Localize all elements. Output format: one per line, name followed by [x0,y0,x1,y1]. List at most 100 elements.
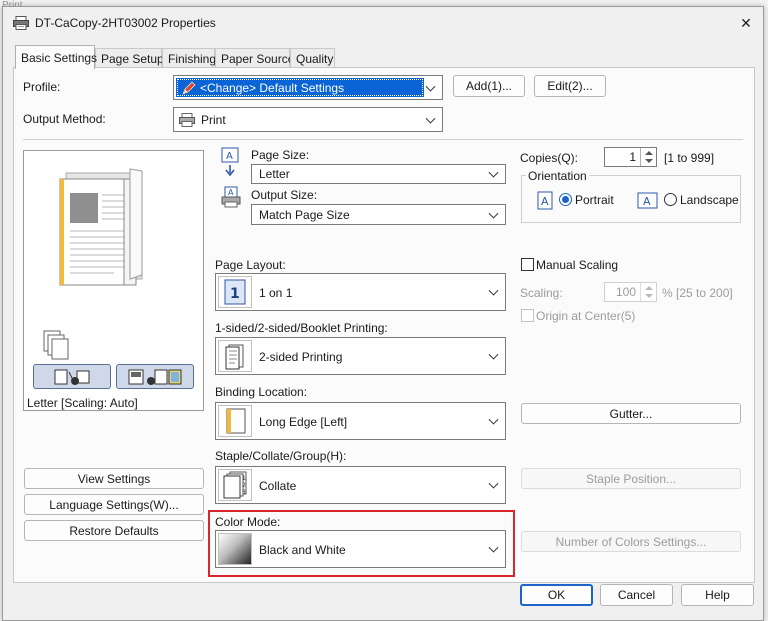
color-settings-icon [128,369,182,385]
chevron-down-icon [425,113,436,124]
tab-basic-settings[interactable]: Basic Settings [15,45,97,69]
copies-range: [1 to 999] [664,151,715,165]
output-size-icon: A [221,186,241,208]
chevron-down-icon [488,208,499,219]
page-layout-value: 1 on 1 [259,286,293,300]
origin-center-label[interactable]: Origin at Center(5) [536,309,635,323]
scaling-label: Scaling: [520,286,563,300]
svg-text:3: 3 [242,489,246,496]
profile-edit-button[interactable]: Edit(2)... [534,75,606,97]
language-settings-button[interactable]: Language Settings(W)... [24,494,204,515]
staple-position-button[interactable]: Staple Position... [521,468,741,489]
color-mode-label: Color Mode: [215,515,281,529]
profile-label: Profile: [23,80,61,94]
chevron-down-icon [488,167,499,178]
portrait-radio[interactable] [559,193,572,206]
arrow-down-icon[interactable] [645,294,653,298]
arrow-up-icon[interactable] [645,286,653,290]
pencil-icon [182,81,196,95]
output-method-label: Output Method: [23,112,106,126]
cancel-button[interactable]: Cancel [600,584,673,606]
output-method-select[interactable]: Print [173,107,443,132]
chevron-down-icon [488,414,499,425]
staple-collate-select[interactable]: 1 2 3 Collate [215,466,506,504]
preview-caption: Letter [Scaling: Auto] [27,396,138,410]
arrow-down-icon[interactable] [645,159,653,163]
staple-collate-label: Staple/Collate/Group(H): [215,449,347,463]
color-mode-value: Black and White [259,543,346,557]
binding-location-label: Binding Location: [215,385,308,399]
manual-scaling-label[interactable]: Manual Scaling [536,258,618,272]
tab-finishing[interactable]: Finishing [162,48,216,68]
output-size-label: Output Size: [251,188,318,202]
output-method-value: Print [201,113,226,127]
copies-spinner[interactable]: 1 [604,147,657,167]
svg-text:A: A [541,195,549,208]
black-white-icon [218,533,252,565]
sided-printing-select[interactable]: 2-sided Printing [215,337,506,375]
tab-quality[interactable]: Quality [290,48,335,68]
manual-scaling-checkbox[interactable] [521,258,534,271]
color-mode-select[interactable]: Black and White [215,530,506,568]
output-size-value: Match Page Size [259,207,350,222]
svg-text:A: A [643,195,651,208]
chevron-down-icon [488,542,499,553]
preview-color-view-button[interactable] [116,364,194,389]
divider [23,139,743,140]
chevron-down-icon [425,81,436,92]
preview-print-view-button[interactable] [33,364,111,389]
origin-center-checkbox[interactable] [521,309,534,322]
title-bar: DT-CaCopy-2HT03002 Properties ✕ [3,7,763,39]
output-size-select[interactable]: Match Page Size [251,204,506,225]
ok-button[interactable]: OK [520,584,593,606]
portrait-icon: A [537,191,555,211]
svg-text:A: A [226,151,233,162]
portrait-label[interactable]: Portrait [575,193,614,207]
profile-value: <Change> Default Settings [200,81,345,95]
chevron-down-icon [488,285,499,296]
svg-text:A: A [228,188,234,197]
sided-printing-value: 2-sided Printing [259,350,343,364]
svg-text:1: 1 [242,475,246,482]
sided-printing-label: 1-sided/2-sided/Booklet Printing: [215,321,388,335]
collate-icon: 1 2 3 [218,469,252,501]
chevron-down-icon [488,349,499,360]
binding-location-select[interactable]: Long Edge [Left] [215,402,506,440]
scaling-spinner[interactable]: 100 [604,282,657,302]
close-button[interactable]: ✕ [733,11,759,35]
copies-label: Copies(Q): [520,151,579,165]
page-layout-icon-text: 1 [230,286,240,302]
page-layout-select[interactable]: 1 1 on 1 [215,273,506,311]
page-size-select[interactable]: Letter [251,164,506,184]
page-size-label: Page Size: [251,148,310,162]
page-layout-icon: 1 [218,276,252,308]
document-check-icon [54,369,90,385]
orientation-label: Orientation [526,169,589,183]
profile-select[interactable]: <Change> Default Settings [173,75,443,100]
landscape-label[interactable]: Landscape [680,193,739,207]
svg-text:2: 2 [242,482,246,489]
two-sided-icon [218,340,252,372]
window-title: DT-CaCopy-2HT03002 Properties [35,16,216,30]
landscape-radio[interactable] [664,193,677,206]
gutter-button[interactable]: Gutter... [521,403,741,424]
print-icon [179,113,195,127]
tab-page-setup[interactable]: Page Setup [95,48,164,68]
arrow-up-icon[interactable] [645,151,653,155]
spinner-arrows[interactable] [640,283,656,301]
profile-add-button[interactable]: Add(1)... [453,75,525,97]
tab-paper-source[interactable]: Paper Source [215,48,294,68]
scaling-range: % [25 to 200] [662,286,733,300]
chevron-down-icon [488,478,499,489]
scaling-value: 100 [615,285,636,299]
page-size-value: Letter [259,167,290,181]
restore-defaults-button[interactable]: Restore Defaults [24,520,204,541]
copies-value: 1 [629,150,636,164]
help-button[interactable]: Help [681,584,754,606]
staple-collate-value: Collate [259,479,297,493]
view-settings-button[interactable]: View Settings [24,468,204,489]
binding-location-value: Long Edge [Left] [259,415,348,429]
spinner-arrows[interactable] [640,148,656,166]
landscape-icon: A [637,192,659,210]
number-of-colors-button[interactable]: Number of Colors Settings... [521,531,741,552]
